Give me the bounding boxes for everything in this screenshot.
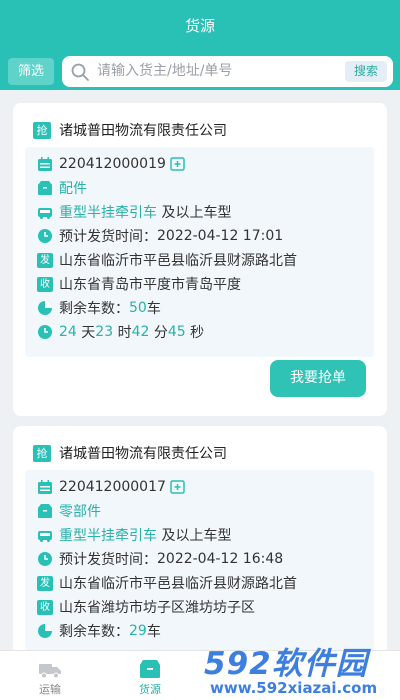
to-address: 山东省潍坊市坊子区潍坊坊子区 <box>59 600 255 616</box>
tab-cargo-source-label: 货源 <box>139 683 161 696</box>
remaining-count: 29 <box>129 623 147 639</box>
remaining-label: 剩余车数： <box>59 624 129 640</box>
company-name: 诸城普田物流有限责任公司 <box>59 123 227 139</box>
departure-row: 预计发货时间： 2022-04-12 17:01 <box>37 225 283 247</box>
card-company: 抢 诸城普田物流有限责任公司 <box>33 443 227 463</box>
card-company: 抢 诸城普田物流有限责任公司 <box>33 120 227 140</box>
grab-badge-icon: 抢 <box>33 121 51 139</box>
vehicle-icon <box>38 208 52 219</box>
search-submit-button[interactable]: 搜索 <box>345 61 387 82</box>
search-box[interactable]: 请输入货主/地址/单号 搜索 <box>62 56 393 87</box>
page-title: 货源 <box>184 17 215 35</box>
countdown-days-unit: 天 <box>81 325 96 341</box>
remaining-count: 50 <box>129 300 147 316</box>
truck-icon <box>39 664 61 679</box>
departure-time: 2022-04-12 16:48 <box>157 551 284 567</box>
remaining-unit: 车 <box>146 301 161 317</box>
countdown-hours: 23 <box>95 324 114 340</box>
countdown-hours-unit: 时 <box>117 325 132 341</box>
to-row: 收 山东省潍坊市坊子区潍坊坊子区 <box>37 596 255 618</box>
pie-icon <box>38 301 52 315</box>
countdown-row: 24 天 23 时 42 分 45 秒 <box>37 321 204 343</box>
remaining-label: 剩余车数： <box>59 301 129 317</box>
grab-order-button[interactable]: 我要抢单 <box>270 360 366 397</box>
cargo-box-icon <box>38 181 52 195</box>
watermark-brand: 592软件园 <box>204 646 368 682</box>
remaining-row: 剩余车数： 29 车 <box>37 620 161 642</box>
vehicle-suffix: 及以上车型 <box>161 528 232 544</box>
search-icon <box>71 63 89 81</box>
departure-time: 2022-04-12 17:01 <box>157 228 284 244</box>
departure-label: 预计发货时间： <box>59 552 157 568</box>
clock-icon <box>38 229 52 243</box>
countdown-minutes-unit: 分 <box>153 325 168 341</box>
cargo-box-icon <box>38 504 52 518</box>
cargo-info-box: 220412000019 配件 重型半挂牵引车 及以上车型 预计发货时间： 202… <box>25 147 374 357</box>
to-address: 山东省青岛市平度市青岛平度 <box>59 277 241 293</box>
departure-label: 预计发货时间： <box>59 229 157 245</box>
vehicle-suffix: 及以上车型 <box>161 205 232 221</box>
cargo-card[interactable]: 抢 诸城普田物流有限责任公司 220412000019 配件 重型半挂牵引车 及… <box>13 103 387 416</box>
vehicle-type: 重型半挂牵引车 <box>59 205 157 221</box>
cargo-row: 配件 <box>37 177 87 199</box>
cargo-name: 零部件 <box>59 504 101 520</box>
cargo-box-icon <box>140 660 160 678</box>
order-row: 220412000019 <box>37 153 186 175</box>
from-address: 山东省临沂市平邑县临沂县财源路北首 <box>59 576 297 592</box>
cargo-row: 零部件 <box>37 500 101 522</box>
cargo-name: 配件 <box>59 181 87 197</box>
countdown-days: 24 <box>59 324 77 340</box>
vehicle-row: 重型半挂牵引车 及以上车型 <box>37 201 231 223</box>
from-row: 发 山东省临沂市平邑县临沂县财源路北首 <box>37 572 297 594</box>
copy-icon[interactable] <box>170 480 186 494</box>
pie-icon <box>38 624 52 638</box>
tab-transport[interactable]: 运输 <box>20 651 80 700</box>
remaining-row: 剩余车数： 50 车 <box>37 297 161 319</box>
order-row: 220412000017 <box>37 476 186 498</box>
from-row: 发 山东省临沂市平邑县临沂县财源路北首 <box>37 249 297 271</box>
top-header: 货源 筛选 请输入货主/地址/单号 搜索 <box>0 0 400 90</box>
calendar-icon <box>38 480 52 494</box>
search-input[interactable]: 请输入货主/地址/单号 <box>97 56 232 87</box>
timer-icon <box>38 325 52 339</box>
departure-row: 预计发货时间： 2022-04-12 16:48 <box>37 548 283 570</box>
tab-cargo-source[interactable]: 货源 <box>120 651 180 700</box>
watermark-url: www.592xiazai.com <box>210 679 378 697</box>
order-number: 220412000019 <box>59 156 166 172</box>
grab-badge-icon: 抢 <box>33 444 51 462</box>
vehicle-type: 重型半挂牵引车 <box>59 528 157 544</box>
to-row: 收 山东省青岛市平度市青岛平度 <box>37 273 241 295</box>
vehicle-icon <box>38 531 52 542</box>
watermark: 592软件园 www.592xiazai.com <box>200 638 400 700</box>
copy-icon[interactable] <box>170 157 186 171</box>
countdown-minutes: 42 <box>131 324 150 340</box>
company-name: 诸城普田物流有限责任公司 <box>59 446 227 462</box>
receive-badge-icon: 收 <box>37 599 53 615</box>
departure-badge-icon: 发 <box>37 575 53 591</box>
vehicle-row: 重型半挂牵引车 及以上车型 <box>37 524 231 546</box>
order-number: 220412000017 <box>59 479 166 495</box>
countdown-seconds-unit: 秒 <box>190 325 205 341</box>
countdown-seconds: 45 <box>167 324 186 340</box>
filter-button[interactable]: 筛选 <box>8 58 54 85</box>
calendar-icon <box>38 157 52 171</box>
clock-icon <box>38 552 52 566</box>
departure-badge-icon: 发 <box>37 252 53 268</box>
remaining-unit: 车 <box>146 624 161 640</box>
tab-transport-label: 运输 <box>39 683 61 696</box>
from-address: 山东省临沂市平邑县临沂县财源路北首 <box>59 253 297 269</box>
receive-badge-icon: 收 <box>37 276 53 292</box>
